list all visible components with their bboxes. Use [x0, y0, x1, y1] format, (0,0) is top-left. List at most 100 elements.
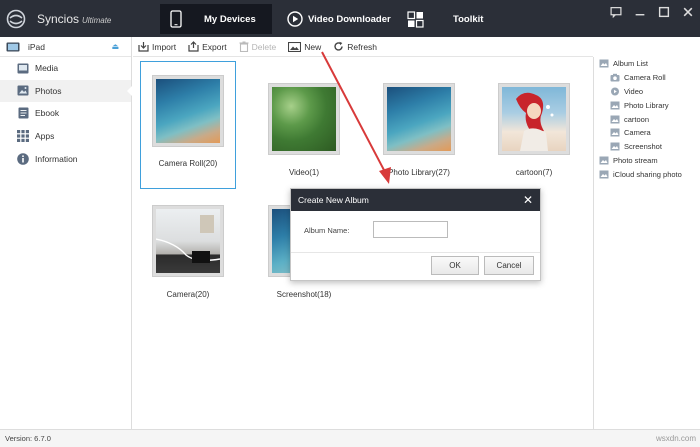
album-thumbnail: [153, 76, 223, 146]
minimize-icon[interactable]: [634, 6, 646, 18]
import-icon: [138, 42, 149, 52]
album-thumbnail: [499, 84, 569, 154]
tree-icloud-sharing[interactable]: iCloud sharing photo: [594, 167, 700, 181]
new-album-button[interactable]: New: [288, 41, 321, 52]
tree-label: Video: [624, 86, 644, 96]
sidebar-item-media[interactable]: Media: [0, 57, 131, 80]
sidebar-item-ebook[interactable]: Ebook: [0, 102, 131, 125]
export-label: Export: [202, 41, 227, 52]
camera-icon: [610, 73, 620, 82]
play-circle-icon: [287, 11, 303, 27]
album-name-input[interactable]: [373, 221, 448, 238]
cancel-button[interactable]: Cancel: [484, 256, 534, 275]
folder-photo-icon: [610, 128, 620, 137]
tree-item-video[interactable]: Video: [594, 85, 700, 99]
message-icon[interactable]: [610, 6, 622, 18]
app-title: Syncios Ultimate: [37, 12, 111, 26]
sidebar-item-apps[interactable]: Apps: [0, 125, 131, 148]
album-thumbnail: [269, 84, 339, 154]
import-button[interactable]: Import: [138, 41, 176, 52]
title-bar: Syncios Ultimate My Devices Video Downloa…: [0, 0, 700, 37]
tab-toolkit[interactable]: Toolkit: [407, 4, 487, 34]
status-bar: Version: 6.7.0 wsxdn.com: [0, 429, 700, 447]
tree-item-cartoon[interactable]: cartoon: [594, 112, 700, 126]
device-selector[interactable]: iPad ⏏: [0, 37, 131, 57]
maximize-icon[interactable]: [658, 6, 670, 18]
tablet-icon: [6, 42, 20, 51]
app-edition-text: Ultimate: [82, 16, 112, 25]
export-icon: [188, 41, 199, 52]
tree-album-list[interactable]: Album List: [594, 57, 700, 71]
cartoon-mermaid-image: [516, 92, 554, 151]
album-label: Photo Library(27): [388, 168, 450, 177]
tree-item-camera[interactable]: Camera: [594, 126, 700, 140]
refresh-icon: [334, 41, 343, 51]
dialog-title: Create New Album: [298, 195, 369, 205]
album-frame: [371, 71, 467, 167]
version-text: Version: 6.7.0: [5, 434, 51, 443]
album-thumbnail: [384, 84, 454, 154]
close-icon[interactable]: [682, 6, 694, 18]
tree-label: Photo Library: [624, 100, 669, 110]
tree-item-photo-library[interactable]: Photo Library: [594, 98, 700, 112]
photos-icon: [17, 85, 29, 97]
window-controls: [610, 6, 694, 18]
folder-photo-icon: [610, 142, 620, 151]
ebook-icon: [17, 107, 29, 119]
tree-item-camera-roll[interactable]: Camera Roll: [594, 71, 700, 85]
tree-label: Camera: [624, 128, 651, 138]
album-label: Camera(20): [166, 290, 210, 299]
tree-label: Screenshot: [624, 142, 662, 152]
tree-label: Photo stream: [613, 155, 658, 165]
album-frame: [486, 71, 582, 167]
app-name-text: Syncios: [37, 12, 80, 26]
tree-item-screenshot[interactable]: Screenshot: [594, 140, 700, 154]
tree-label: Album List: [613, 59, 649, 69]
camera-photo-image: [155, 215, 221, 263]
sidebar-item-label: Photos: [35, 85, 62, 96]
tree-photo-stream[interactable]: Photo stream: [594, 154, 700, 168]
sidebar-item-label: Media: [35, 63, 59, 74]
dialog-close-icon[interactable]: ✕: [523, 193, 533, 207]
photo-library-icon: [610, 101, 620, 110]
tree-label: cartoon: [624, 114, 650, 124]
album-list-icon: [599, 59, 609, 68]
album-label: cartoon(7): [515, 168, 553, 177]
tab-video-downloader[interactable]: Video Downloader: [287, 4, 397, 34]
delete-button[interactable]: Delete: [239, 41, 277, 52]
create-album-dialog: Create New Album ✕ Album Name: OK Cancel: [290, 188, 541, 281]
export-button[interactable]: Export: [188, 41, 227, 52]
photos-toolbar: Import Export Delete New Refresh: [133, 37, 593, 57]
ok-button[interactable]: OK: [431, 256, 479, 275]
tab-my-devices[interactable]: My Devices: [160, 4, 272, 34]
album-name-label: Album Name:: [304, 226, 350, 235]
delete-label: Delete: [251, 41, 277, 52]
sidebar-item-label: Apps: [35, 131, 55, 142]
album-label: Screenshot(18): [276, 290, 332, 299]
syncios-logo-icon: [6, 9, 26, 29]
sidebar: iPad ⏏ Media Photos Ebook Apps Informati…: [0, 37, 132, 429]
tab-toolkit-label: Toolkit: [453, 13, 484, 25]
album-frame: [140, 61, 236, 189]
dialog-header: Create New Album: [291, 189, 540, 211]
icloud-icon: [599, 170, 609, 179]
import-label: Import: [152, 41, 177, 52]
tab-my-devices-label: My Devices: [204, 13, 256, 25]
eject-icon[interactable]: ⏏: [111, 42, 119, 51]
sidebar-item-information[interactable]: Information: [0, 147, 131, 170]
album-frame: [256, 71, 352, 167]
apps-icon: [17, 130, 29, 143]
media-icon: [17, 62, 29, 74]
device-name: iPad: [28, 41, 46, 52]
album-label: Camera Roll(20): [158, 159, 218, 168]
tree-label: Camera Roll: [624, 73, 666, 83]
album-label: Video(1): [288, 168, 320, 177]
refresh-button[interactable]: Refresh: [333, 41, 377, 52]
sidebar-item-photos[interactable]: Photos: [0, 79, 132, 103]
dialog-body: Album Name:: [291, 211, 540, 253]
photo-stream-icon: [599, 156, 609, 165]
watermark-text: wsxdn.com: [655, 434, 696, 443]
info-icon: [17, 152, 29, 165]
album-thumbnail: [153, 206, 223, 276]
grid-icon: [407, 10, 424, 28]
